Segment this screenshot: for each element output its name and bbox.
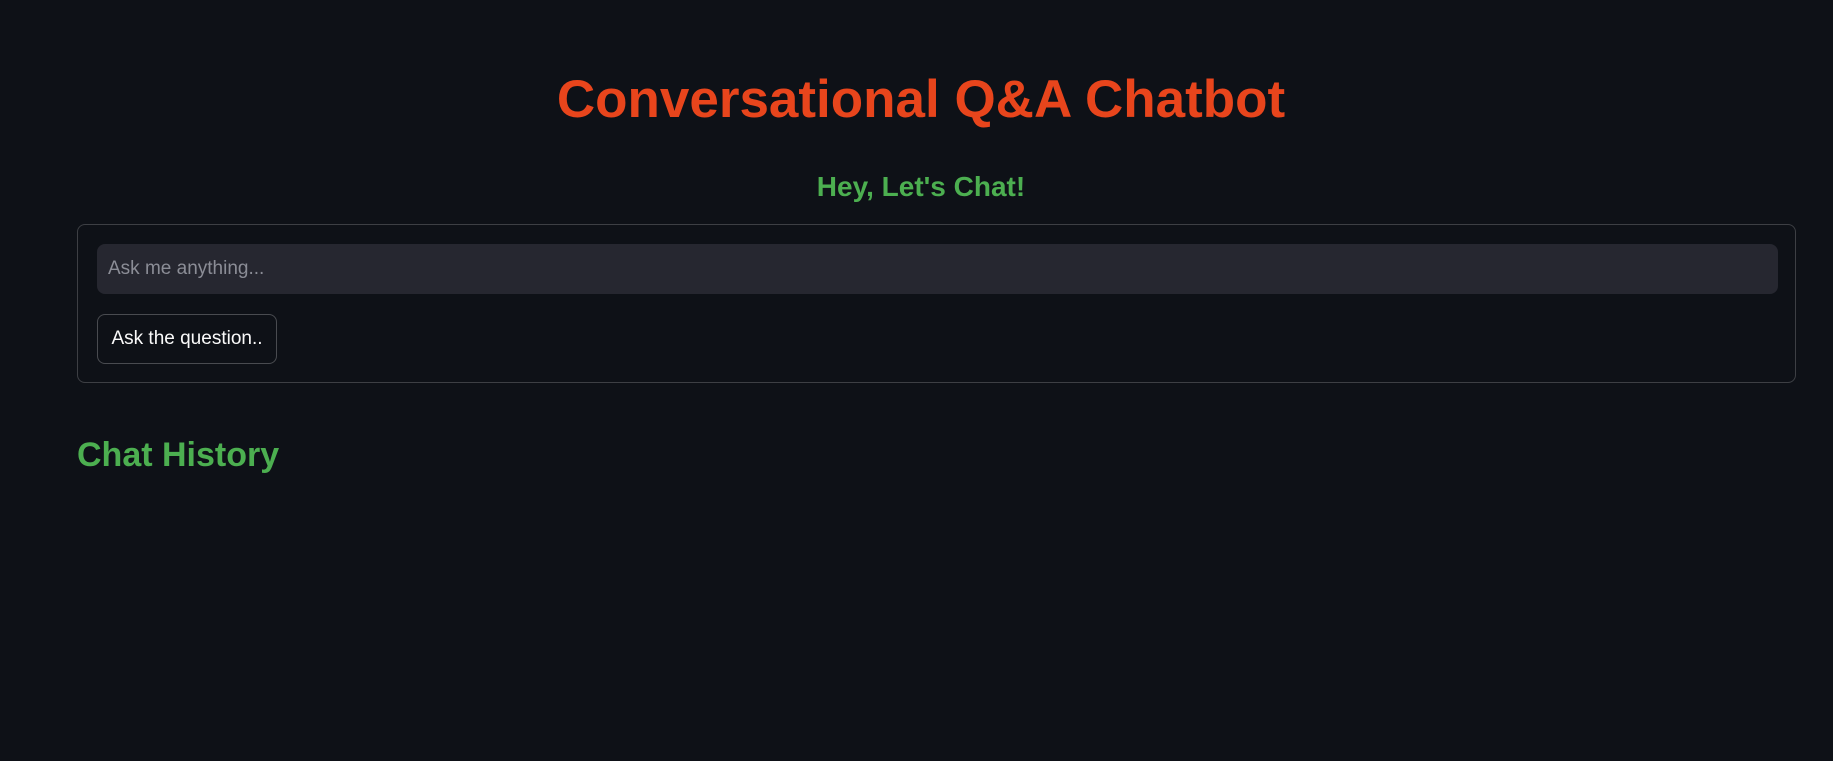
ask-question-button[interactable]: Ask the question..: [97, 314, 277, 364]
page-subtitle: Hey, Let's Chat!: [816, 171, 1026, 202]
chat-history-heading: Chat History: [77, 436, 280, 474]
question-input[interactable]: [97, 244, 1778, 294]
question-form: Ask the question..: [77, 224, 1796, 383]
page-title: Conversational Q&A Chatbot: [556, 70, 1286, 129]
app-page: Conversational Q&A Chatbot Hey, Let's Ch…: [0, 0, 1833, 761]
